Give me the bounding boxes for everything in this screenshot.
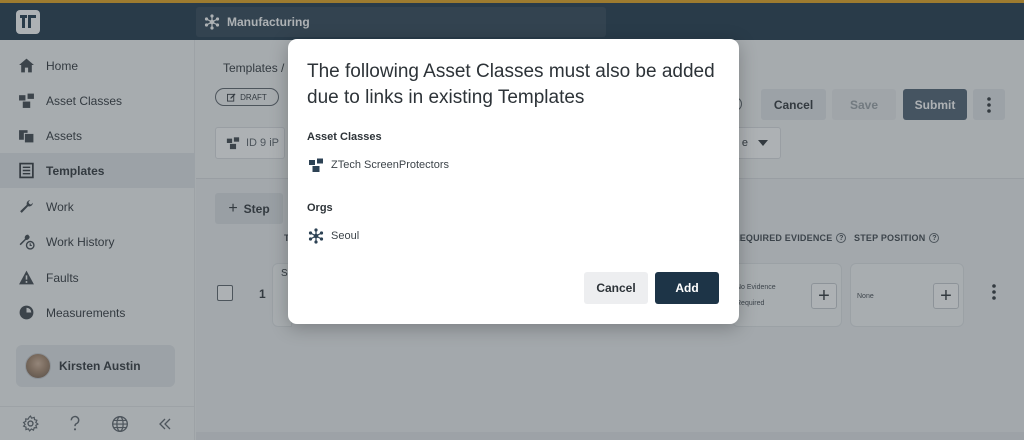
asset-classes-icon xyxy=(309,158,323,172)
dialog-title: The following Asset Classes must also be… xyxy=(307,61,715,108)
asset-class-name: ZTech ScreenProtectors xyxy=(331,159,449,171)
org-network-icon xyxy=(308,228,324,244)
dialog-add-button[interactable]: Add xyxy=(655,272,719,304)
asset-classes-label: Asset Classes xyxy=(307,131,382,143)
asset-class-item: ZTech ScreenProtectors xyxy=(308,157,449,173)
confirm-dialog: The following Asset Classes must also be… xyxy=(288,39,739,324)
orgs-label: Orgs xyxy=(307,202,333,214)
org-item: Seoul xyxy=(308,228,359,244)
org-name: Seoul xyxy=(331,230,360,242)
dialog-cancel-button[interactable]: Cancel xyxy=(584,272,648,304)
